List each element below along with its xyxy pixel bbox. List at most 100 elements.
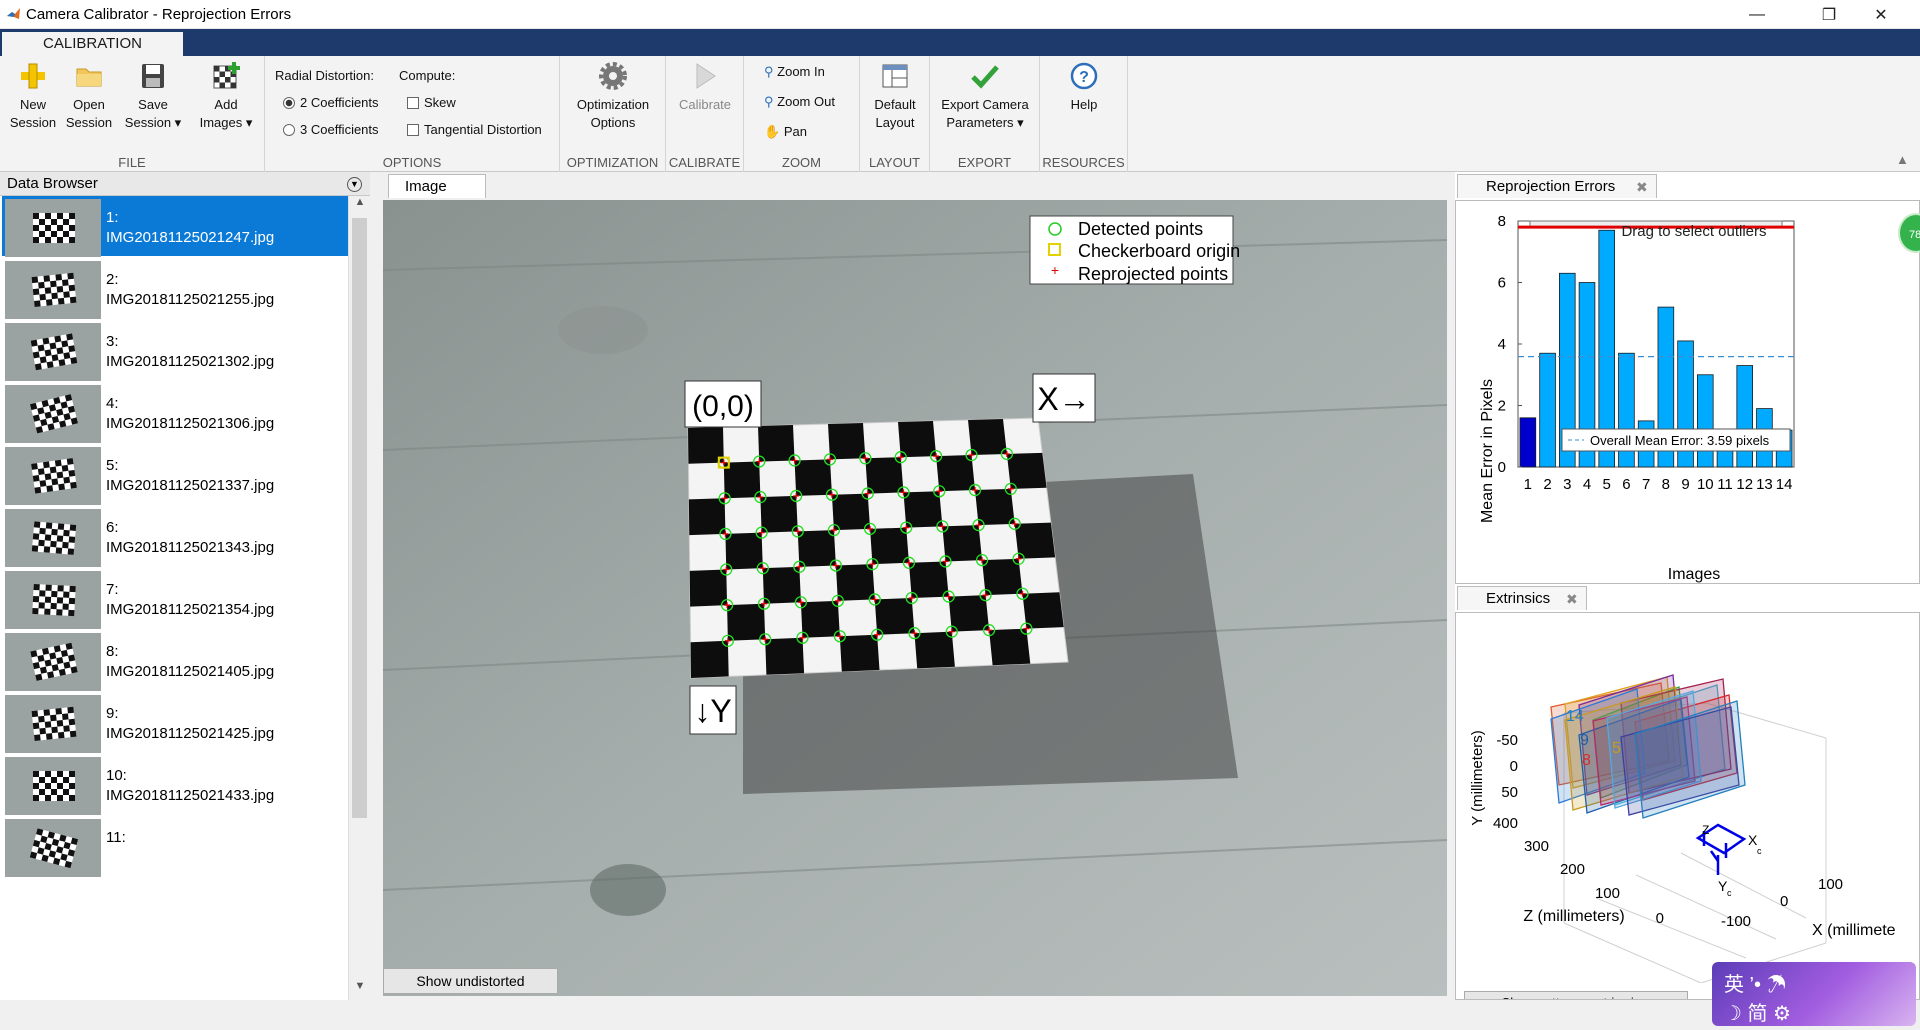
layout-group-label: LAYOUT: [868, 155, 921, 170]
extrinsics-plot-area[interactable]: 14 9 8 5 Z X c Y c Y (millimeters) -50 0 50…: [1455, 612, 1920, 1000]
zoom-in-button[interactable]: ⚲ Zoom In: [764, 64, 825, 80]
list-item[interactable]: 6: IMG20181125021343.jpg: [2, 506, 348, 567]
zoom-group-label: ZOOM: [782, 155, 821, 170]
zoom-in-icon: ⚲: [764, 64, 774, 79]
reprojection-chart[interactable]: 1 2 3 4 5 6 7 8 9 10 11 12 13 1402468Overall Mean Err…: [1456, 201, 1919, 583]
close-tab-icon[interactable]: ✖: [1566, 587, 1578, 611]
tab-calibration[interactable]: CALIBRATION: [2, 32, 183, 56]
x-tick-label: 8: [1662, 476, 1670, 493]
tangential-checkbox[interactable]: Tangential Distortion: [407, 122, 542, 137]
close-tab-icon[interactable]: ✖: [1636, 175, 1648, 199]
list-item[interactable]: 3: IMG20181125021302.jpg: [2, 320, 348, 381]
help-button[interactable]: ? Help: [1054, 60, 1114, 114]
checkerboard-square: [794, 459, 832, 496]
image-thumbnail: [5, 509, 101, 567]
x-tick-label: 12: [1736, 476, 1753, 493]
y-tick-neg50: -50: [1496, 732, 1518, 749]
drag-hint: Drag to select outliers: [1621, 223, 1766, 240]
origin-label: (0,0): [692, 390, 754, 423]
checkerboard: [687, 417, 1069, 679]
y-tick-50: 50: [1501, 784, 1518, 801]
image-thumbnail: [5, 199, 101, 257]
zoom-out-button[interactable]: ⚲ Zoom Out: [764, 94, 835, 110]
list-item[interactable]: 2: IMG20181125021255.jpg: [2, 258, 348, 319]
tab-reprojection-errors[interactable]: Reprojection Errors ✖: [1457, 174, 1657, 198]
camera-z-label: Z: [1702, 823, 1709, 837]
x-tick-label: 11: [1717, 476, 1733, 493]
legend-origin: Checkerboard origin: [1078, 241, 1240, 261]
calibration-image[interactable]: + Detected points Checkerboard origin Re…: [383, 200, 1447, 996]
folder-icon: [76, 68, 102, 87]
list-item[interactable]: 5: IMG20181125021337.jpg: [2, 444, 348, 505]
save-icon: [142, 64, 164, 88]
optimization-options-label-1: Optimization: [576, 97, 650, 112]
image-thumbnail: [5, 695, 101, 753]
zoom-group: ⚲ Zoom In ⚲ Zoom Out ✋ Pan ZOOM: [744, 56, 860, 172]
scroll-down-icon[interactable]: ▼: [349, 980, 371, 1000]
scrollbar-thumb[interactable]: [352, 218, 367, 818]
x-tick-100: 100: [1818, 876, 1843, 893]
image-thumbnail: [5, 757, 101, 815]
tab-image[interactable]: Image: [388, 174, 486, 198]
panel-menu-icon[interactable]: ▼: [347, 177, 362, 192]
open-session-button[interactable]: Open Session: [62, 60, 116, 132]
default-layout-button[interactable]: Default Layout: [864, 60, 926, 132]
skew-checkbox[interactable]: Skew: [407, 95, 456, 110]
tab-extrinsics[interactable]: Extrinsics ✖: [1457, 586, 1587, 610]
list-item[interactable]: 10: IMG20181125021433.jpg: [2, 754, 348, 815]
z-tick-0: 0: [1656, 910, 1664, 927]
image-list-scrollbar[interactable]: ▲ ▼: [348, 196, 370, 1000]
checkerboard-square: [865, 457, 904, 494]
pan-button[interactable]: ✋ Pan: [764, 124, 807, 140]
bar-image-12[interactable]: [1736, 365, 1754, 468]
plane-number-label: 8: [1582, 752, 1591, 769]
list-item[interactable]: 11:: [2, 816, 348, 877]
bar-image-10[interactable]: [1696, 374, 1714, 468]
export-group-label: EXPORT: [957, 155, 1012, 170]
calibrate-button[interactable]: Calibrate: [672, 60, 738, 114]
image-panel: Image + Detected points Checkerboard ori…: [372, 172, 1452, 1000]
list-item-filename: IMG20181125021343.jpg: [106, 539, 275, 556]
checkerboard-square: [760, 495, 798, 533]
add-images-button[interactable]: Add Images ▾: [190, 60, 262, 132]
save-session-button[interactable]: Save Session ▾: [120, 60, 186, 132]
maximize-button[interactable]: ❐: [1806, 0, 1852, 29]
bar-image-2[interactable]: [1539, 352, 1556, 468]
list-item[interactable]: 9: IMG20181125021425.jpg: [2, 692, 348, 753]
calibrate-label: Calibrate: [678, 97, 732, 112]
checkerboard-square: [689, 569, 728, 607]
minimize-button[interactable]: —: [1734, 0, 1780, 29]
list-item[interactable]: 7: IMG20181125021354.jpg: [2, 568, 348, 629]
radio-3-coefficients[interactable]: 3 Coefficients: [283, 122, 379, 137]
add-images-icon: [213, 62, 240, 89]
export-camera-button[interactable]: Export Camera Parameters ▾: [934, 60, 1036, 132]
bar-image-1[interactable]: [1519, 417, 1537, 468]
close-button[interactable]: ✕: [1858, 0, 1904, 29]
list-item[interactable]: 8: IMG20181125021405.jpg: [2, 630, 348, 691]
optimization-options-button[interactable]: Optimization Options: [564, 60, 662, 132]
show-undistorted-button[interactable]: Show undistorted: [383, 968, 558, 994]
mean-error-legend-text: Overall Mean Error: 3.59 pixels: [1590, 433, 1770, 448]
options-group: Radial Distortion: Compute: 2 Coefficien…: [265, 56, 560, 172]
list-item[interactable]: 4: IMG20181125021306.jpg: [2, 382, 348, 443]
radio-2-coefficients[interactable]: 2 Coefficients: [283, 95, 379, 110]
list-item-index: 11:: [106, 829, 126, 846]
new-session-button[interactable]: New Session: [4, 60, 62, 132]
reprojection-tab-label: Reprojection Errors: [1486, 178, 1616, 195]
list-item[interactable]: 1: IMG20181125021247.jpg: [2, 196, 348, 257]
y-tick-0: 0: [1510, 758, 1518, 775]
zoom-out-icon: ⚲: [764, 94, 774, 109]
list-item-index: 3:: [106, 333, 119, 350]
optimization-options-label-2: Options: [590, 115, 636, 130]
collapse-toolstrip-icon[interactable]: ▲: [1896, 152, 1909, 167]
ime-toolbar[interactable]: 英 ’• ☂ ☽ 简 ⚙: [1712, 962, 1916, 1026]
x-tick-label: 7: [1642, 476, 1650, 493]
image-legend: + Detected points Checkerboard origin Re…: [1029, 215, 1240, 285]
show-pattern-centric-button[interactable]: Show pattern-centric view: [1464, 991, 1688, 999]
compute-label: Compute:: [399, 68, 456, 83]
scroll-up-icon[interactable]: ▲: [349, 196, 371, 216]
list-item-index: 6:: [106, 519, 119, 536]
image-list[interactable]: 1: IMG20181125021247.jpg 2: IMG201811250212…: [0, 196, 348, 1000]
radio-3-coefficients-label: 3 Coefficients: [300, 122, 379, 137]
list-item-index: 7:: [106, 581, 119, 598]
